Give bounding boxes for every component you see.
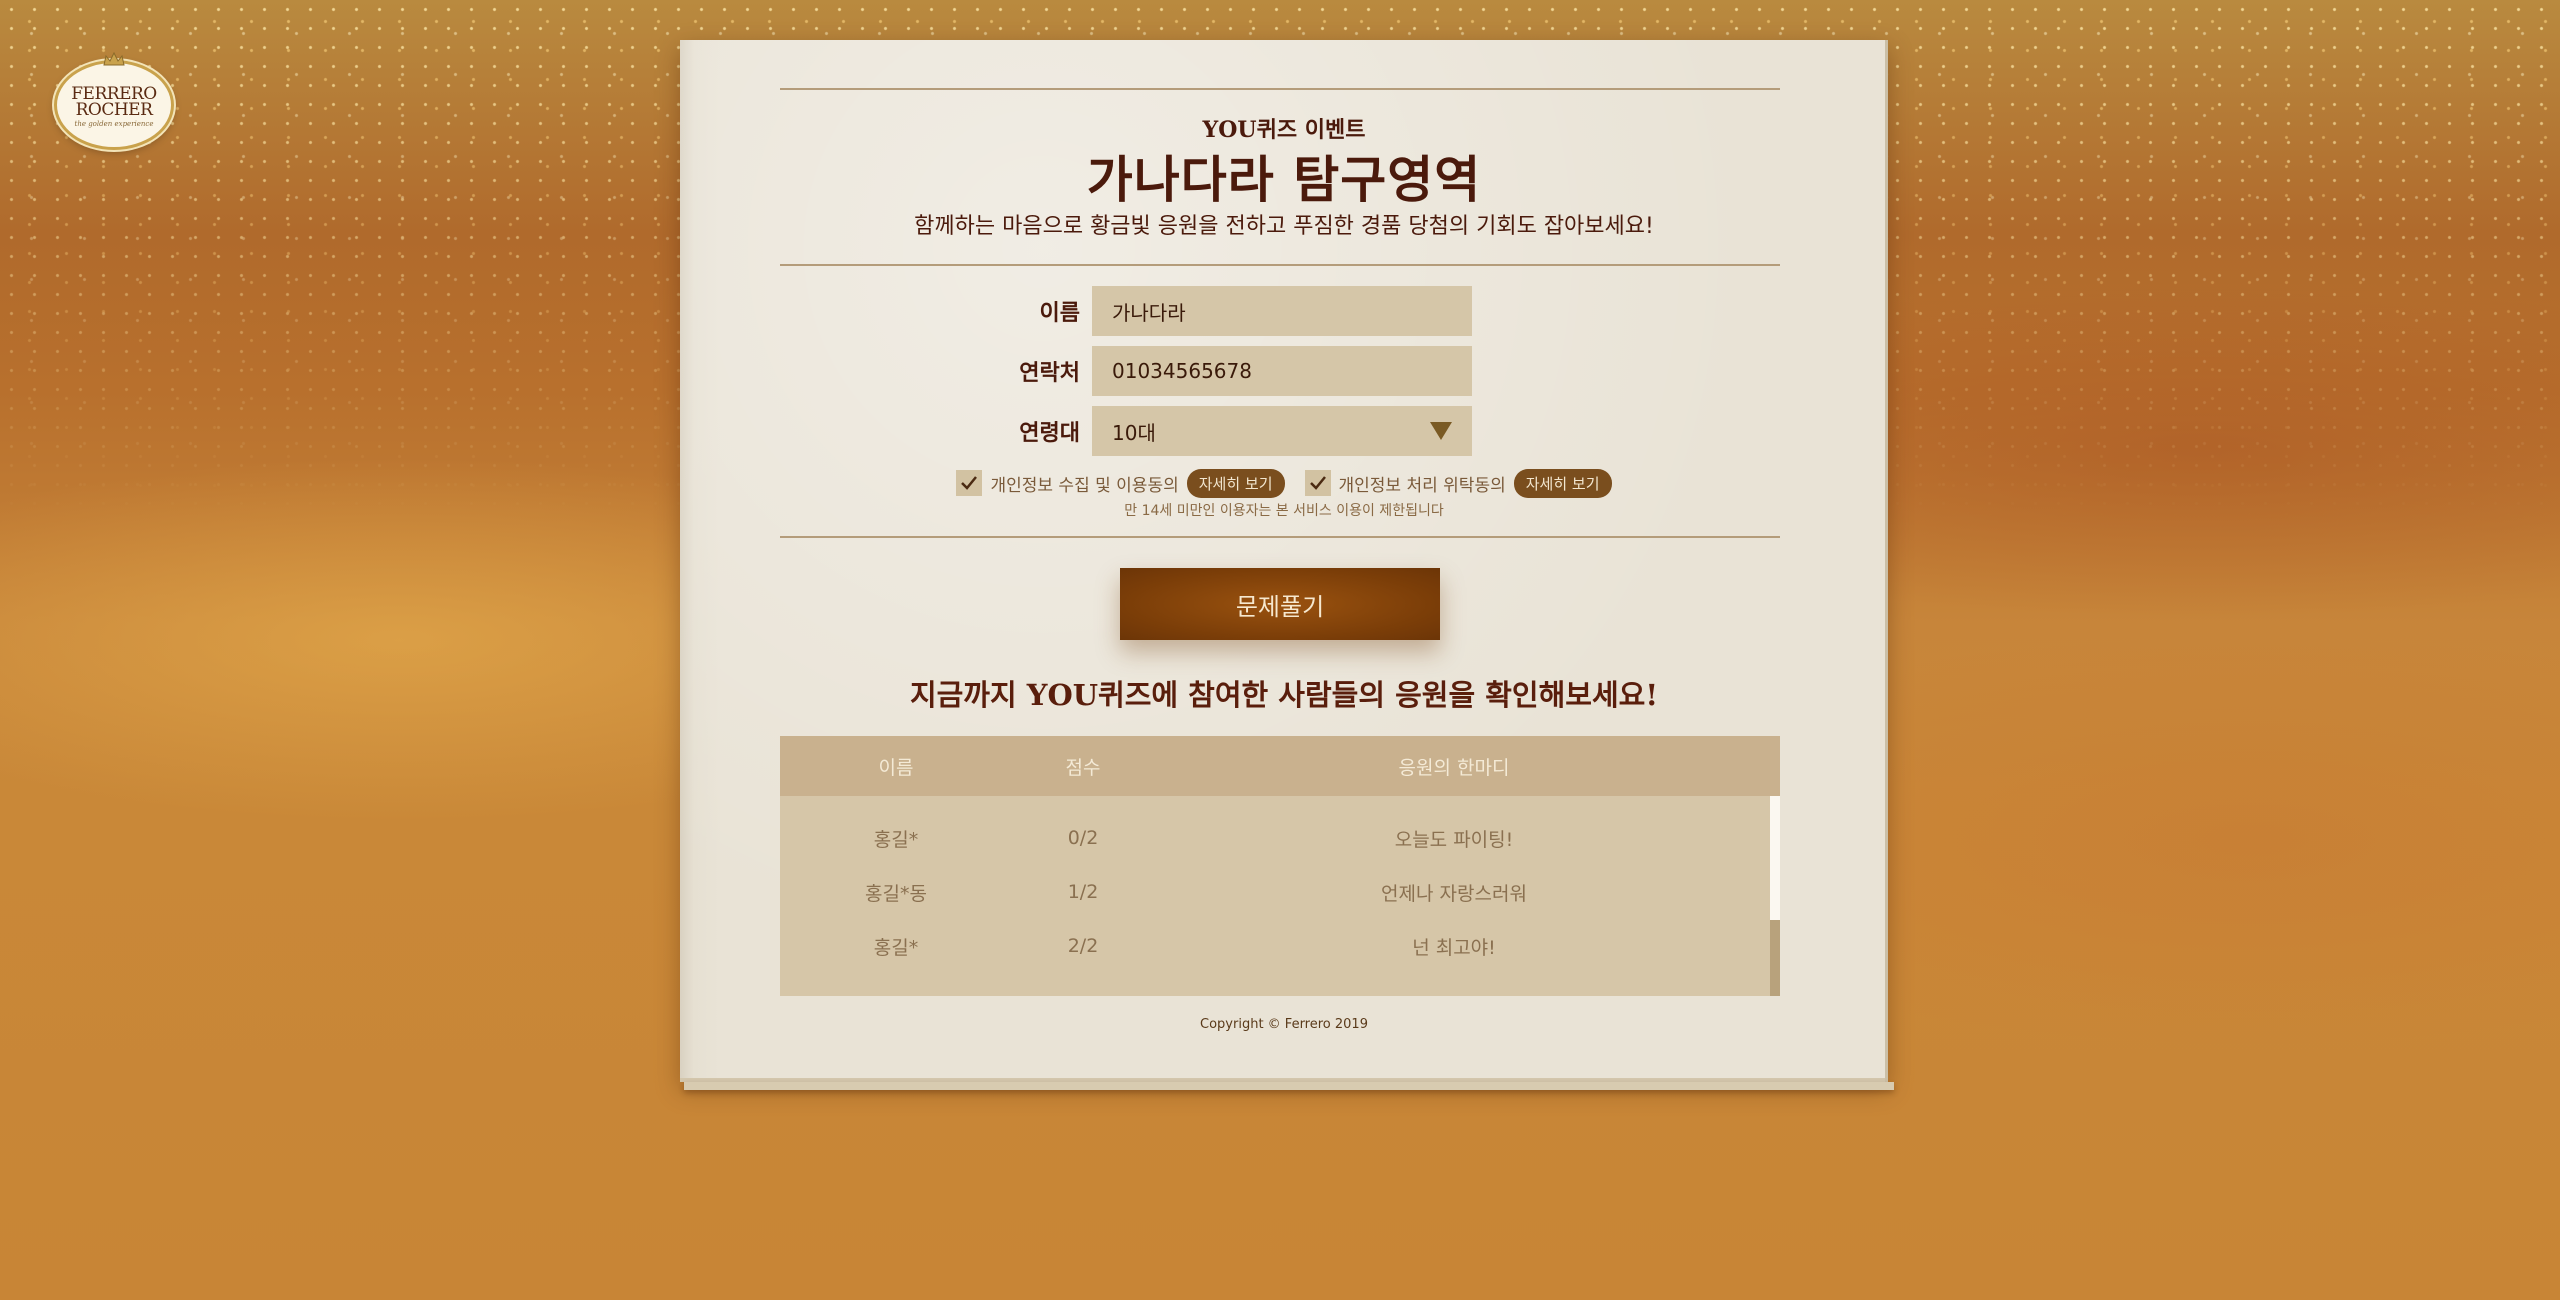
name-input[interactable] bbox=[1092, 286, 1472, 336]
logo-tagline: the golden experience bbox=[74, 120, 154, 128]
column-header-name: 이름 bbox=[878, 756, 914, 779]
privacy-collect-checkbox[interactable] bbox=[956, 470, 983, 496]
board-body[interactable]: 홍길* 0/2 오늘도 파이팅! 홍길*동 1/2 언제나 자랑스러워 홍길* … bbox=[780, 796, 1780, 996]
row-score: 0/2 bbox=[1067, 827, 1099, 849]
board-header: 이름 점수 응원의 한마디 bbox=[780, 736, 1780, 796]
results-heading: 지금까지 YOU퀴즈에 참여한 사람들의 응원을 확인해보세요! bbox=[909, 678, 1659, 712]
table-row: 홍길* 0/2 오늘도 파이팅! bbox=[780, 811, 1770, 865]
agreement-row: 개인정보 수집 및 이용동의 자세히 보기 개인정보 처리 위탁동의 자세히 보… bbox=[680, 468, 1888, 498]
column-header-message: 응원의 한마디 bbox=[1398, 756, 1510, 779]
row-message: 언제나 자랑스러워 bbox=[1381, 882, 1527, 905]
privacy-collect-label: 개인정보 수집 및 이용동의 bbox=[990, 475, 1179, 496]
board-rows: 홍길* 0/2 오늘도 파이팅! 홍길*동 1/2 언제나 자랑스러워 홍길* … bbox=[780, 811, 1770, 973]
age-row: 연령대 10대 bbox=[940, 406, 1472, 456]
age-label: 연령대 bbox=[1019, 421, 1080, 446]
column-header-score: 점수 bbox=[1065, 756, 1101, 779]
table-row: 홍길*동 1/2 언제나 자랑스러워 bbox=[780, 865, 1770, 919]
age-select-value: 10대 bbox=[1092, 406, 1472, 456]
name-label: 이름 bbox=[1039, 301, 1080, 326]
divider bbox=[780, 264, 1780, 266]
row-name: 홍길*동 bbox=[865, 882, 927, 905]
divider bbox=[780, 536, 1780, 538]
event-title: 가나다라 탐구영역 bbox=[1086, 150, 1482, 209]
row-name: 홍길* bbox=[873, 936, 919, 959]
check-icon bbox=[1309, 476, 1326, 490]
privacy-consign-detail-button[interactable]: 자세히 보기 bbox=[1513, 468, 1612, 498]
solve-quiz-button[interactable]: 문제풀기 bbox=[1120, 568, 1440, 640]
event-card: YOU퀴즈 이벤트 가나다라 탐구영역 함께하는 마음으로 황금빛 응원을 전하… bbox=[680, 40, 1894, 1090]
row-name: 홍길* bbox=[873, 828, 919, 851]
privacy-consign-label: 개인정보 처리 위탁동의 bbox=[1338, 475, 1506, 496]
check-icon bbox=[961, 476, 978, 490]
dropdown-arrow-icon bbox=[1430, 422, 1452, 440]
logo-text: FERRERO ROCHER bbox=[71, 84, 157, 120]
row-message: 오늘도 파이팅! bbox=[1394, 828, 1514, 851]
age-select[interactable]: 10대 bbox=[1092, 406, 1472, 456]
divider bbox=[780, 88, 1780, 90]
crown-icon bbox=[103, 51, 125, 66]
row-score: 1/2 bbox=[1067, 881, 1099, 903]
privacy-consign-agreement: 개인정보 처리 위탁동의 자세히 보기 bbox=[1304, 468, 1612, 498]
phone-input[interactable] bbox=[1092, 346, 1472, 396]
row-score: 2/2 bbox=[1067, 935, 1099, 957]
privacy-consign-checkbox[interactable] bbox=[1304, 470, 1331, 496]
phone-label: 연락처 bbox=[1019, 361, 1080, 386]
participants-board: 이름 점수 응원의 한마디 홍길* 0/2 오늘도 파이팅! 홍길*동 1/2 … bbox=[780, 736, 1780, 996]
table-row: 홍길* 2/2 넌 최고야! bbox=[780, 919, 1770, 973]
row-message: 넌 최고야! bbox=[1412, 936, 1496, 959]
event-subtitle: 함께하는 마음으로 황금빛 응원을 전하고 푸짐한 경품 당첨의 기회도 잡아보… bbox=[914, 214, 1654, 239]
privacy-collect-agreement: 개인정보 수집 및 이용동의 자세히 보기 bbox=[956, 468, 1285, 498]
phone-row: 연락처 bbox=[940, 346, 1472, 396]
privacy-collect-detail-button[interactable]: 자세히 보기 bbox=[1186, 468, 1285, 498]
copyright: Copyright © Ferrero 2019 bbox=[1200, 1017, 1368, 1032]
name-row: 이름 bbox=[940, 286, 1472, 336]
age-restriction-notice: 만 14세 미만인 이용자는 본 서비스 이용이 제한됩니다 bbox=[1124, 503, 1444, 519]
ferrero-rocher-logo[interactable]: FERRERO ROCHER the golden experience bbox=[54, 51, 174, 150]
board-scrollbar-thumb[interactable] bbox=[1770, 920, 1780, 996]
